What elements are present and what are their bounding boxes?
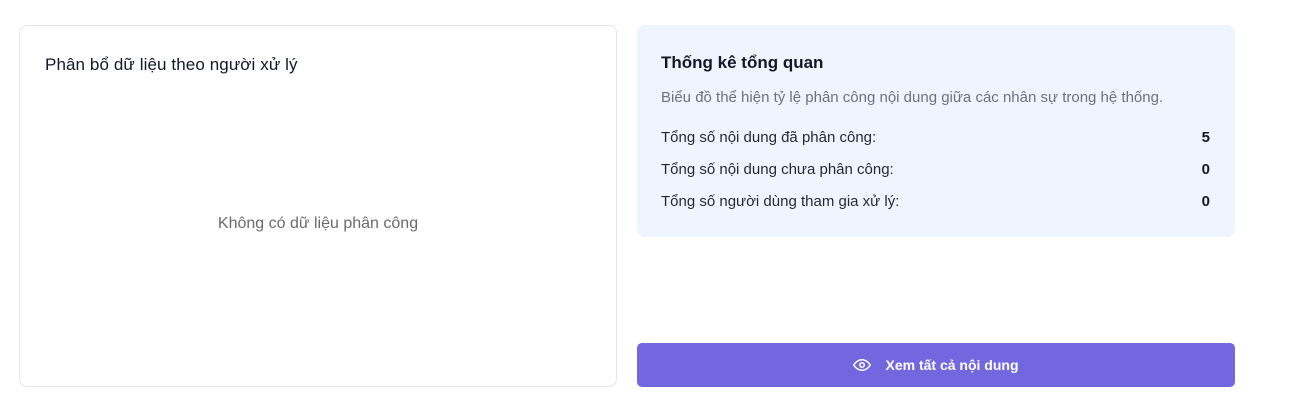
view-all-content-button[interactable]: Xem tất cả nội dung — [637, 343, 1235, 387]
assignment-chart-card: Phân bổ dữ liệu theo người xử lý Không c… — [19, 25, 617, 387]
stat-row-users: Tổng số người dùng tham gia xử lý: 0 — [661, 193, 1210, 210]
stat-value: 5 — [1201, 129, 1210, 146]
stat-value: 0 — [1201, 161, 1210, 178]
view-all-button-label: Xem tất cả nội dung — [885, 357, 1019, 373]
stat-label: Tổng số người dùng tham gia xử lý: — [661, 193, 900, 210]
chart-empty-message: Không có dữ liệu phân công — [217, 215, 419, 232]
stat-value: 0 — [1201, 193, 1210, 210]
eye-icon — [853, 356, 872, 374]
chart-title: Phân bổ dữ liệu theo người xử lý — [45, 55, 298, 74]
stat-row-assigned: Tổng số nội dung đã phân công: 5 — [661, 129, 1210, 146]
stat-label: Tổng số nội dung đã phân công: — [661, 129, 877, 146]
stat-row-unassigned: Tổng số nội dung chưa phân công: 0 — [661, 161, 1210, 178]
stats-description: Biểu đồ thể hiện tỷ lệ phân công nội dun… — [661, 89, 1164, 106]
stats-title: Thống kê tổng quan — [661, 53, 824, 72]
dashboard-content: Phân bổ dữ liệu theo người xử lý Không c… — [0, 0, 1293, 417]
overview-stats-card: Thống kê tổng quan Biểu đồ thể hiện tỷ l… — [637, 25, 1235, 237]
stat-label: Tổng số nội dung chưa phân công: — [661, 161, 894, 178]
